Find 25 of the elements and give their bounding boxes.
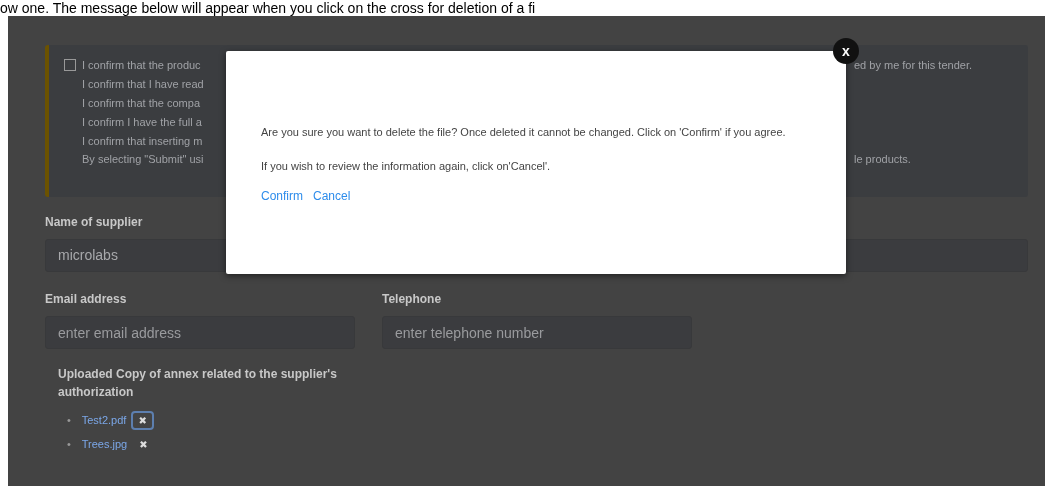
field-label: Email address (45, 292, 128, 308)
field-label: Name of supplier (45, 215, 144, 231)
telephone-field[interactable]: enter telephone number (382, 316, 692, 349)
declaration-text: I confirm that the compa (82, 97, 200, 109)
bullet-icon: • (67, 414, 71, 426)
dialog-link[interactable]: Cancel (313, 189, 351, 203)
field-label: Telephone (382, 292, 443, 308)
dialog-link[interactable]: Confirm (261, 189, 303, 203)
uploads-heading: Uploaded Copy of annex related to the supplier's authorization (58, 366, 338, 401)
dialog-message: Are you sure you want to delete the file? Once deleted it cannot be changed. Click on 'Confirm' if you agree. (261, 125, 787, 140)
caption-text: ow one. The message below will appear when you click on the cross for deletion of a fi (0, 0, 537, 16)
declaration-text: I confirm that inserting m (82, 134, 203, 147)
remove-button[interactable]: ✖ (131, 411, 154, 430)
file-link[interactable]: Test2.pdf (81, 414, 127, 426)
email-field[interactable]: enter email address (45, 316, 355, 349)
declaration-text: I confirm that I have read (82, 78, 204, 91)
declaration-text: I confirm I have the full a (82, 115, 202, 128)
declaration-text: I confirm that the produc (82, 59, 201, 72)
declaration-text: By selecting "Submit" usi (82, 153, 204, 166)
declaration-text: le products. (854, 153, 912, 166)
remove-button[interactable]: ✖ (132, 435, 155, 454)
dialog-message: If you wish to review the information again, click on'Cancel'. (261, 159, 552, 174)
bullet-icon: • (67, 438, 71, 450)
checkbox[interactable] (64, 59, 76, 72)
file-link[interactable]: Trees.jpg (81, 438, 128, 450)
